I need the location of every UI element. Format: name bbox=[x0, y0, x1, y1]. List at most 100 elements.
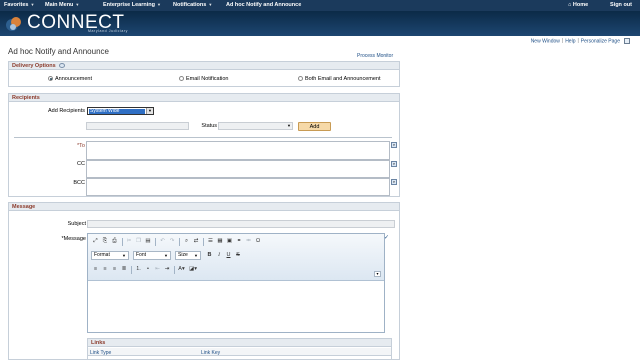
banner: CONNECT Maryland Judiciary bbox=[0, 11, 640, 36]
horizontal-rule-icon[interactable]: ☰ bbox=[206, 237, 215, 246]
main-menu[interactable]: Main Menu ▼ bbox=[45, 2, 79, 8]
radio-both[interactable]: Both Email and Announcement bbox=[298, 76, 381, 82]
copy-icon[interactable]: ❐ bbox=[134, 237, 143, 246]
to-field[interactable] bbox=[86, 141, 390, 160]
toolbar-row-3: ≡ ≡ ≡ ≣ ⒈ • ⇤ ⇥ A▾ ◪▾ bbox=[91, 265, 198, 275]
cc-label: CC bbox=[77, 161, 85, 167]
chevron-down-icon: ▼ bbox=[208, 2, 213, 7]
image-icon[interactable]: ▣ bbox=[225, 237, 234, 246]
new-window-link[interactable]: New Window bbox=[531, 38, 560, 44]
separator bbox=[179, 237, 180, 246]
bcc-field[interactable] bbox=[86, 178, 390, 196]
bold-icon[interactable]: B bbox=[205, 251, 214, 260]
favorites-menu[interactable]: Favorites ▼ bbox=[4, 2, 34, 8]
align-right-icon[interactable]: ≡ bbox=[110, 265, 119, 274]
justify-icon[interactable]: ≣ bbox=[120, 265, 129, 274]
logo-tagline: Maryland Judiciary bbox=[88, 29, 128, 33]
personalize-page-link[interactable]: Personalize Page bbox=[581, 38, 620, 44]
column-link-key[interactable]: Link Key bbox=[201, 350, 220, 356]
undo-icon[interactable]: ↶ bbox=[158, 237, 167, 246]
radio-icon bbox=[179, 76, 184, 82]
links-grid: Links Link Type Link Key bbox=[87, 338, 392, 360]
background-color-icon[interactable]: ◪▾ bbox=[189, 265, 198, 274]
page-options-icon[interactable] bbox=[624, 38, 630, 44]
add-button[interactable]: Add bbox=[298, 122, 331, 131]
lookup-icon[interactable]: ⌕ bbox=[391, 142, 397, 148]
main-menu-label: Main Menu bbox=[45, 2, 74, 8]
status-select[interactable]: ▼ bbox=[218, 122, 293, 130]
subject-field[interactable] bbox=[87, 220, 395, 228]
font-label: Font bbox=[136, 252, 147, 258]
enterprise-learning-menu[interactable]: Enterprise Learning ▼ bbox=[103, 2, 161, 8]
align-left-icon[interactable]: ≡ bbox=[91, 265, 100, 274]
add-recipients-select[interactable]: System Wide ▼ bbox=[87, 107, 154, 115]
format-label: Format bbox=[94, 252, 110, 258]
strikethrough-icon[interactable]: S bbox=[234, 251, 243, 260]
spellcheck-icon[interactable]: ✓ bbox=[384, 234, 392, 246]
message-label: *Message bbox=[61, 236, 86, 242]
delivery-options-heading: Delivery Options bbox=[9, 62, 399, 70]
size-select[interactable]: Size ▼ bbox=[175, 251, 201, 260]
numbered-list-icon[interactable]: ⒈ bbox=[134, 265, 143, 274]
links-heading: Links bbox=[88, 339, 391, 347]
radio-icon bbox=[298, 76, 303, 82]
column-link-type[interactable]: Link Type bbox=[90, 350, 111, 356]
cc-field[interactable] bbox=[86, 160, 390, 178]
paste-icon[interactable]: ▤ bbox=[144, 237, 153, 246]
top-nav-bar: Favorites ▼ Main Menu ▼ Enterprise Learnin… bbox=[0, 0, 640, 11]
table-icon[interactable]: ▦ bbox=[216, 237, 225, 246]
process-monitor-link[interactable]: Process Monitor bbox=[357, 53, 393, 59]
size-label: Size bbox=[178, 252, 188, 258]
align-center-icon[interactable]: ≡ bbox=[101, 265, 110, 274]
separator: | bbox=[561, 38, 564, 45]
separator bbox=[131, 265, 132, 274]
home-icon: ⌂ bbox=[568, 2, 572, 8]
editor-toolbar: ⤢ ⎘ ⎙ ✂ ❐ ▤ ↶ ↷ ⌕ ⇄ ☰ ▦ ▣ ⚭ ⚮ Ω Format ▼ Font ▼ Size ▼ B I U S ≡… bbox=[88, 234, 384, 281]
separator bbox=[121, 237, 123, 246]
maximize-icon[interactable]: ⤢ bbox=[91, 237, 100, 246]
text-color-icon[interactable]: A▾ bbox=[177, 265, 186, 274]
lookup-icon[interactable]: ⌕ bbox=[391, 161, 397, 167]
links-columns: Link Type Link Key bbox=[88, 348, 391, 356]
help-icon[interactable] bbox=[58, 63, 65, 69]
home-link[interactable]: ⌂ Home bbox=[568, 2, 588, 8]
special-char-icon[interactable]: Ω bbox=[254, 237, 263, 246]
cut-icon[interactable]: ✂ bbox=[125, 237, 134, 246]
bullet-list-icon[interactable]: • bbox=[144, 265, 153, 274]
font-select[interactable]: Font ▼ bbox=[133, 251, 171, 260]
sign-out-link[interactable]: Sign out bbox=[610, 2, 632, 8]
connect-logo-icon bbox=[6, 17, 21, 31]
radio-email-notification[interactable]: Email Notification bbox=[179, 76, 229, 82]
source-icon[interactable]: ⎘ bbox=[101, 237, 110, 246]
print-icon[interactable]: ⎙ bbox=[110, 237, 119, 246]
add-recipients-value: System Wide bbox=[89, 108, 145, 114]
redo-icon[interactable]: ↷ bbox=[168, 237, 177, 246]
format-select[interactable]: Format ▼ bbox=[91, 251, 129, 260]
underline-icon[interactable]: U bbox=[224, 251, 233, 260]
radio-selected-icon bbox=[48, 76, 53, 82]
delivery-options-title: Delivery Options bbox=[12, 63, 56, 69]
help-link[interactable]: Help bbox=[565, 38, 575, 44]
home-label: Home bbox=[572, 2, 589, 8]
add-recipients-label: Add Recipients bbox=[48, 108, 85, 114]
find-icon[interactable]: ⌕ bbox=[182, 237, 191, 246]
radio-announcement[interactable]: Announcement bbox=[48, 76, 92, 82]
bcc-label: BCC bbox=[73, 180, 85, 186]
delivery-options-section: Delivery Options bbox=[8, 61, 400, 87]
chevron-down-icon: ▼ bbox=[75, 2, 80, 7]
link-icon[interactable]: ⚭ bbox=[235, 237, 244, 246]
unlink-icon[interactable]: ⚮ bbox=[244, 237, 253, 246]
status-label: Status bbox=[201, 123, 217, 129]
lookup-icon[interactable]: ⌕ bbox=[391, 179, 397, 185]
recipients-heading: Recipients bbox=[9, 94, 399, 102]
notifications-label: Notifications bbox=[173, 2, 207, 8]
collapse-toolbar-icon[interactable]: ▼ bbox=[374, 271, 381, 277]
outdent-icon[interactable]: ⇤ bbox=[153, 265, 162, 274]
italic-icon[interactable]: I bbox=[215, 251, 224, 260]
notifications-menu[interactable]: Notifications ▼ bbox=[173, 2, 212, 8]
chevron-down-icon: ▼ bbox=[122, 253, 126, 258]
recipient-lookup-field[interactable] bbox=[86, 122, 189, 130]
enterprise-learning-label: Enterprise Learning bbox=[103, 2, 155, 8]
replace-icon[interactable]: ⇄ bbox=[192, 237, 201, 246]
indent-icon[interactable]: ⇥ bbox=[163, 265, 172, 274]
